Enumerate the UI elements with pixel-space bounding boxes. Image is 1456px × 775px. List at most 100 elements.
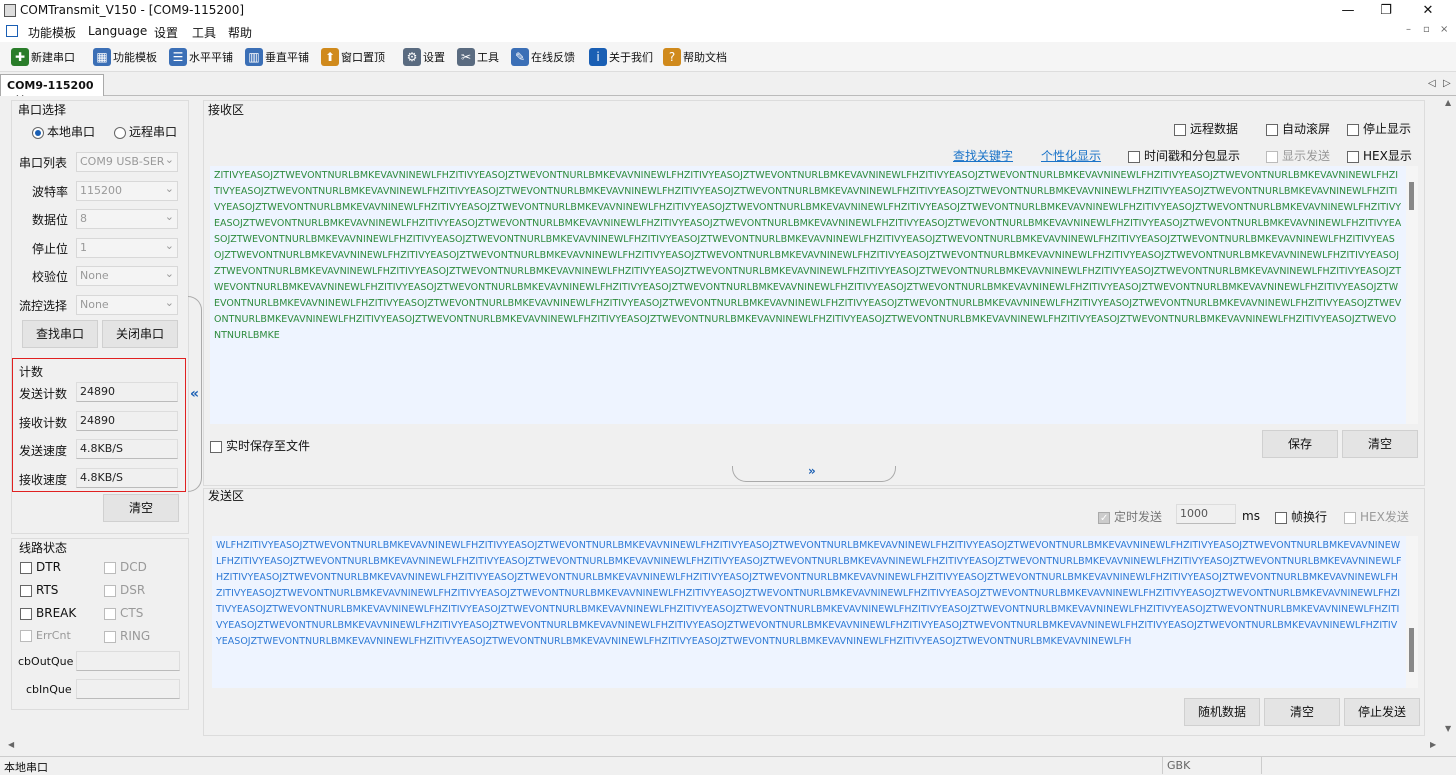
toolbar-label: 帮助文档 bbox=[683, 51, 727, 64]
port-group-border bbox=[11, 100, 189, 534]
status-encoding: GBK bbox=[1162, 757, 1262, 774]
custom-display-link[interactable]: 个性化显示 bbox=[1041, 147, 1101, 164]
pin-top-icon: ⬆ bbox=[321, 48, 339, 66]
app-icon bbox=[4, 4, 16, 17]
toolbar-label: 功能模板 bbox=[113, 51, 157, 64]
tab-label: COM9-115200 bbox=[7, 79, 94, 92]
toolbar-label: 设置 bbox=[423, 51, 445, 64]
show-send-checkbox: 显示发送 bbox=[1266, 147, 1330, 164]
find-keyword-link[interactable]: 查找关键字 bbox=[953, 147, 1013, 164]
vertical-scrollbar[interactable]: ▲ ▼ bbox=[1442, 96, 1456, 738]
scroll-down-icon[interactable]: ▼ bbox=[1445, 724, 1451, 733]
tab-bar bbox=[0, 74, 1456, 96]
ring-indicator: RING bbox=[104, 629, 150, 643]
rts-checkbox[interactable]: RTS bbox=[20, 583, 58, 597]
menu-help[interactable]: 帮助 bbox=[228, 24, 252, 41]
mdi-close-icon[interactable]: × bbox=[1440, 24, 1448, 35]
minimize-icon[interactable]: — bbox=[1330, 0, 1366, 22]
cboutque-label: cbOutQue bbox=[18, 655, 74, 668]
tab-com9[interactable]: COM9-115200 ✕ bbox=[0, 74, 104, 106]
toolbar-button-new-port[interactable]: ✚ 新建串口 bbox=[8, 45, 78, 69]
send-clear-button[interactable]: 清空 bbox=[1264, 698, 1340, 726]
window-title: COMTransmit_V150 - [COM9-115200] bbox=[20, 3, 245, 17]
toolbar-button-help-doc[interactable]: ? 帮助文档 bbox=[660, 45, 730, 69]
dtr-checkbox[interactable]: DTR bbox=[20, 560, 61, 574]
status-bar: 本地串口 GBK bbox=[0, 756, 1456, 774]
toolbar-label: 关于我们 bbox=[609, 51, 653, 64]
receive-save-button[interactable]: 保存 bbox=[1262, 430, 1338, 458]
scroll-right-icon[interactable]: ▶ bbox=[1430, 740, 1436, 749]
toolbar-label: 新建串口 bbox=[31, 51, 75, 64]
send-scroll-thumb[interactable] bbox=[1409, 628, 1414, 672]
tab-scroll-left-icon[interactable]: ◁ bbox=[1428, 78, 1436, 89]
horizontal-tile-icon: ☰ bbox=[169, 48, 187, 66]
cbinque-value bbox=[76, 679, 180, 699]
send-text[interactable]: WLFHZITIVYEASOJZTWEVONTNURLBMKEVAVNINEWL… bbox=[212, 536, 1406, 688]
toolbar-button-horizontal-tile[interactable]: ☰ 水平平铺 bbox=[166, 45, 236, 69]
toolbar-button-template[interactable]: ▦ 功能模板 bbox=[90, 45, 160, 69]
timer-send-checkbox[interactable]: 定时发送 bbox=[1098, 508, 1162, 525]
gear-icon: ⚙ bbox=[403, 48, 421, 66]
template-icon: ▦ bbox=[93, 48, 111, 66]
remote-data-checkbox[interactable]: 远程数据 bbox=[1174, 120, 1238, 137]
line-status-title: 线路状态 bbox=[19, 541, 68, 555]
hex-display-checkbox[interactable]: HEX显示 bbox=[1347, 147, 1412, 164]
tools-icon: ✂ bbox=[457, 48, 475, 66]
toolbar-button-gear[interactable]: ⚙ 设置 bbox=[400, 45, 448, 69]
timer-interval-input[interactable]: 1000 bbox=[1176, 504, 1236, 524]
autoscroll-checkbox[interactable]: 自动滚屏 bbox=[1266, 120, 1330, 137]
scroll-up-icon[interactable]: ▲ bbox=[1445, 98, 1451, 107]
receive-scrollbar[interactable] bbox=[1406, 166, 1418, 424]
vertical-tile-icon: ▥ bbox=[245, 48, 263, 66]
title-bar: COMTransmit_V150 - [COM9-115200] — ❐ ✕ bbox=[0, 0, 1456, 22]
toolbar-label: 垂直平铺 bbox=[265, 51, 309, 64]
toolbar-button-pin-top[interactable]: ⬆ 窗口置顶 bbox=[318, 45, 388, 69]
dsr-indicator: DSR bbox=[104, 583, 145, 597]
toolbar: ✚ 新建串口 ▦ 功能模板 ☰ 水平平铺 ▥ 垂直平铺 ⬆ 窗口置顶 ⚙ 设置 ✂ 工具 ✎ 在线反馈 i 关于我… bbox=[0, 42, 1456, 72]
errcnt-checkbox: ErrCnt bbox=[20, 629, 71, 642]
newline-checkbox[interactable]: 帧换行 bbox=[1275, 508, 1327, 525]
menu-tools[interactable]: 工具 bbox=[192, 24, 216, 41]
menu-settings[interactable]: 设置 bbox=[154, 24, 178, 41]
toolbar-label: 工具 bbox=[477, 51, 499, 64]
dcd-indicator: DCD bbox=[104, 560, 147, 574]
toolbar-button-vertical-tile[interactable]: ▥ 垂直平铺 bbox=[242, 45, 312, 69]
menu-bar: 功能模板 Language 设置 工具 帮助 – ▫ × bbox=[0, 22, 1456, 42]
toolbar-button-feedback[interactable]: ✎ 在线反馈 bbox=[508, 45, 578, 69]
receive-scroll-thumb[interactable] bbox=[1409, 182, 1414, 210]
tab-scroll-right-icon[interactable]: ▷ bbox=[1443, 78, 1451, 89]
status-port-mode: 本地串口 bbox=[4, 761, 48, 774]
expand-down-icon[interactable]: » bbox=[808, 464, 816, 478]
send-title: 发送区 bbox=[208, 489, 245, 503]
line-status-group: 线路状态 DTR RTS BREAK ErrCnt DCD DSR CTS RI… bbox=[11, 538, 189, 710]
realtime-save-checkbox[interactable]: 实时保存至文件 bbox=[210, 437, 310, 454]
toolbar-button-tools[interactable]: ✂ 工具 bbox=[454, 45, 502, 69]
stop-display-checkbox[interactable]: 停止显示 bbox=[1347, 120, 1411, 137]
receive-title: 接收区 bbox=[208, 103, 245, 117]
timestamp-checkbox[interactable]: 时间戳和分包显示 bbox=[1128, 147, 1240, 164]
toolbar-label: 窗口置顶 bbox=[341, 51, 385, 64]
hex-send-checkbox: HEX发送 bbox=[1344, 508, 1409, 525]
toolbar-button-info[interactable]: i 关于我们 bbox=[586, 45, 656, 69]
receive-clear-button[interactable]: 清空 bbox=[1342, 430, 1418, 458]
cbinque-label: cbInQue bbox=[26, 683, 72, 696]
mdi-minimize-icon[interactable]: – bbox=[1406, 24, 1411, 35]
random-data-button[interactable]: 随机数据 bbox=[1184, 698, 1260, 726]
send-scrollbar[interactable] bbox=[1406, 536, 1418, 688]
mdi-restore-icon[interactable]: ▫ bbox=[1423, 24, 1430, 35]
break-checkbox[interactable]: BREAK bbox=[20, 606, 76, 620]
close-window-icon[interactable]: ✕ bbox=[1410, 0, 1446, 22]
maximize-icon[interactable]: ❐ bbox=[1368, 0, 1404, 22]
collapse-left-icon[interactable]: « bbox=[190, 386, 199, 402]
interval-unit: ms bbox=[1242, 509, 1260, 523]
app-menu-icon[interactable] bbox=[6, 25, 18, 37]
receive-text[interactable]: ZITIVYEASOJZTWEVONTNURLBMKEVAVNINEWLFHZI… bbox=[210, 166, 1406, 424]
stop-send-button[interactable]: 停止发送 bbox=[1344, 698, 1420, 726]
cts-indicator: CTS bbox=[104, 606, 143, 620]
menu-function-template[interactable]: 功能模板 bbox=[28, 24, 76, 41]
menu-language[interactable]: Language bbox=[88, 24, 147, 38]
new-port-icon: ✚ bbox=[11, 48, 29, 66]
scroll-left-icon[interactable]: ◀ bbox=[8, 740, 14, 749]
horizontal-scrollbar[interactable]: ◀ ▶ bbox=[0, 740, 1442, 754]
cboutque-value bbox=[76, 651, 180, 671]
